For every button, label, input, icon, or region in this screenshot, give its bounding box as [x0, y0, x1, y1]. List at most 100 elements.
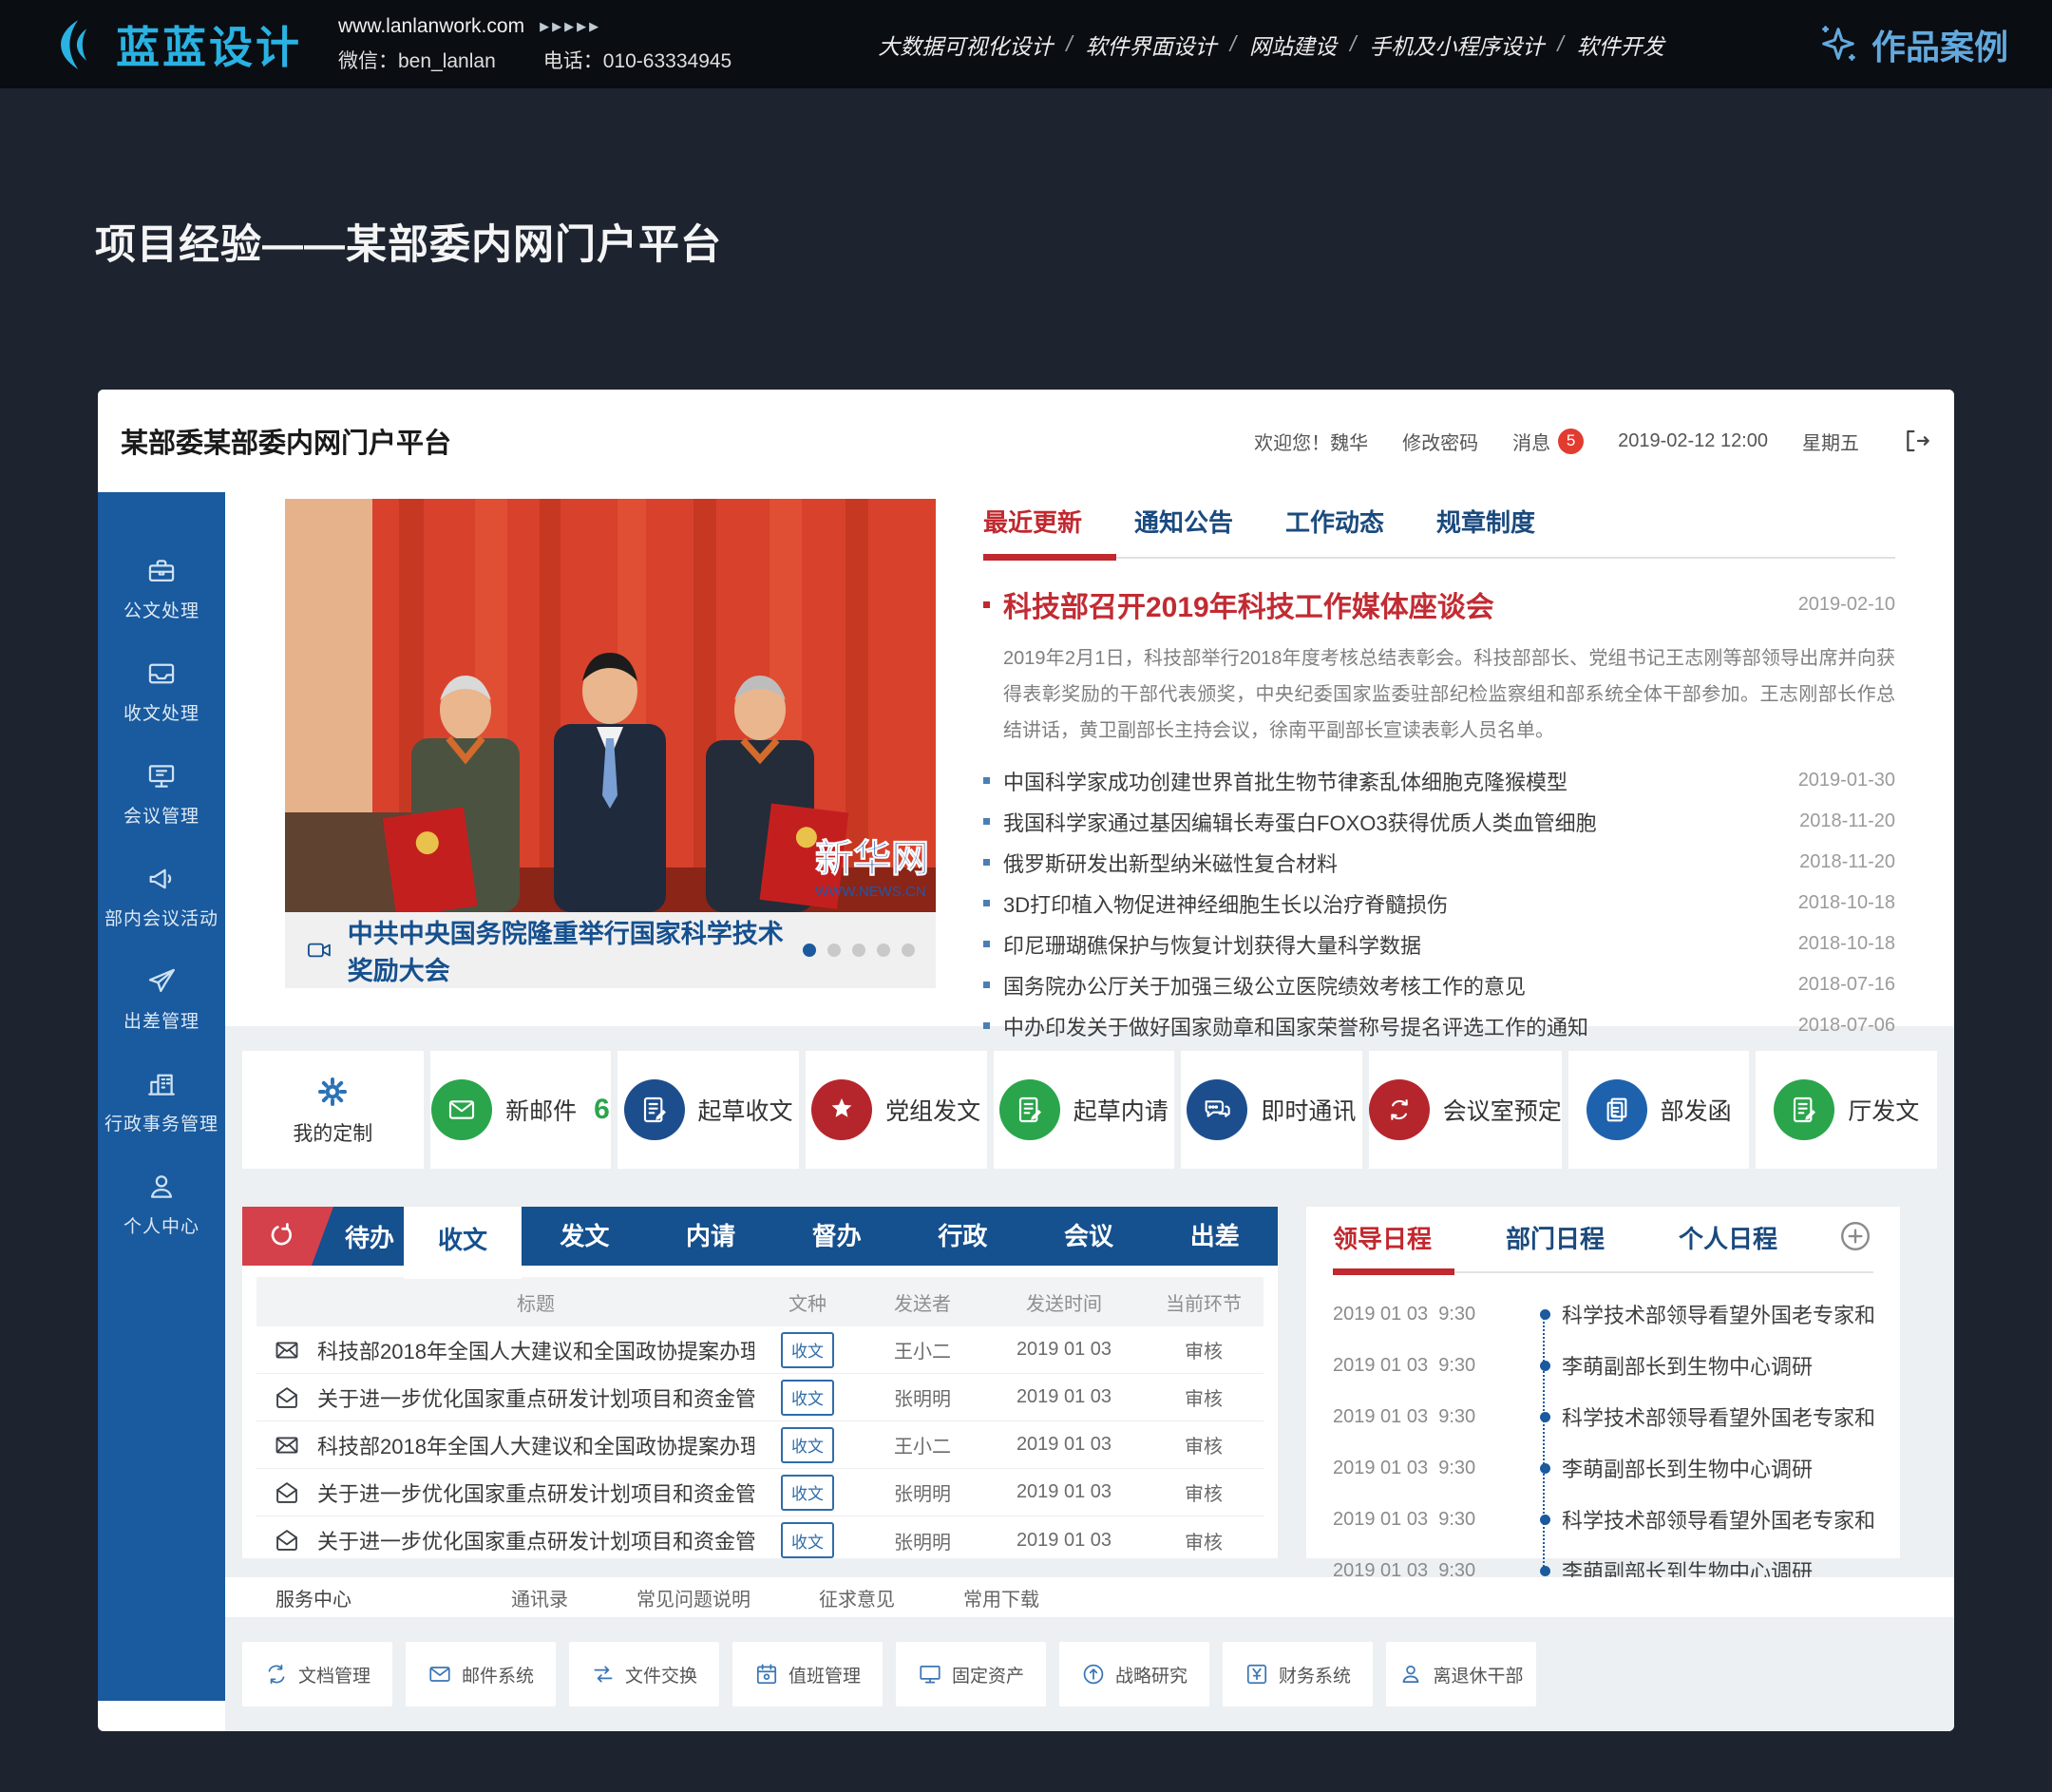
footer-app-label: 值班管理: [788, 1662, 861, 1687]
footer-app-邮件系统[interactable]: 邮件系统: [406, 1642, 556, 1706]
carousel-dot[interactable]: [803, 944, 816, 957]
schedule-entry[interactable]: 2019 01 03 9:30 科学技术部领导看望外国老专家和外国老专家家属: [1333, 1494, 1873, 1545]
news-list-item[interactable]: 3D打印植入物促进神经细胞生长以治疗脊髓损伤 2018-10-18: [983, 883, 1895, 924]
carousel-caption-text[interactable]: 中共中央国务院隆重举行国家科学技术奖励大会: [348, 913, 788, 987]
nav-separator: /: [1557, 31, 1563, 57]
todo-tab-出差[interactable]: 出差: [1151, 1207, 1278, 1266]
footer-app-label: 文件交换: [625, 1662, 697, 1687]
footer-app-文件交换[interactable]: 文件交换: [569, 1642, 719, 1706]
news-list-item[interactable]: 中办印发关于做好国家勋章和国家荣誉称号提名评选工作的通知 2018-07-06: [983, 1005, 1895, 1046]
quick-action-起草内请[interactable]: 起草内请: [994, 1051, 1175, 1169]
quick-action-label: 新邮件: [505, 1093, 577, 1127]
footer-link-征求意见[interactable]: 征求意见: [819, 1584, 895, 1611]
quick-action-新邮件[interactable]: 新邮件 6: [430, 1051, 612, 1169]
footer-link-常见问题说明[interactable]: 常见问题说明: [636, 1584, 750, 1611]
todo-tab-会议[interactable]: 会议: [1026, 1207, 1152, 1266]
sidebar-item-出差管理[interactable]: 出差管理: [124, 965, 200, 1033]
todo-table-row[interactable]: 科技部2018年全国人大建议和全国政协提案办理情况 收文 王小二 2019 01…: [256, 1421, 1264, 1469]
footer-link-常用下载[interactable]: 常用下载: [963, 1584, 1039, 1611]
news-tab-规章制度[interactable]: 规章制度: [1436, 504, 1535, 539]
top-nav-item[interactable]: 大数据可视化设计: [878, 29, 1053, 61]
footer-app-战略研究[interactable]: 战略研究: [1059, 1642, 1209, 1706]
video-camera-icon: [306, 934, 332, 966]
nav-separator: /: [1066, 31, 1072, 57]
news-list-item[interactable]: 印尼珊瑚礁保护与恢复计划获得大量科学数据 2018-10-18: [983, 924, 1895, 964]
sidebar-item-label: 个人中心: [124, 1212, 200, 1238]
todo-table-row[interactable]: 关于进一步优化国家重点研发计划项目和资金管理的通知 收文 张明明 2019 01…: [256, 1374, 1264, 1421]
news-tab-最近更新[interactable]: 最近更新: [983, 504, 1082, 539]
carousel-dot[interactable]: [877, 944, 890, 957]
wechat-info: 微信：ben_lanlan: [338, 46, 496, 74]
news-list-item[interactable]: 俄罗斯研发出新型纳米磁性复合材料 2018-11-20: [983, 842, 1895, 883]
schedule-entry[interactable]: 2019 01 03 9:30 科学技术部领导看望外国老专家和外国老专家家属: [1333, 1288, 1873, 1340]
website-link[interactable]: www.lanlanwork.com: [338, 15, 524, 38]
change-password-link[interactable]: 修改密码: [1402, 428, 1478, 455]
news-tabs-underline: [983, 554, 1895, 561]
carousel-dot[interactable]: [902, 944, 915, 957]
quick-action-厅发文[interactable]: 厅发文: [1756, 1051, 1937, 1169]
sidebar-item-label: 公文处理: [124, 597, 200, 622]
mail-icon: [428, 1662, 452, 1687]
footer-app-文档管理[interactable]: 文档管理: [242, 1642, 392, 1706]
footer-app-离退休干部[interactable]: 离退休干部: [1386, 1642, 1536, 1706]
schedule-tab-个人日程[interactable]: 个人日程: [1679, 1220, 1777, 1255]
footer-app-财务系统[interactable]: 财务系统: [1223, 1642, 1373, 1706]
schedule-entry[interactable]: 2019 01 03 9:30 李萌副部长到生物中心调研: [1333, 1442, 1873, 1494]
quick-action-我的定制[interactable]: 我的定制: [242, 1051, 424, 1169]
todo-tab-督办[interactable]: 督办: [773, 1207, 900, 1266]
news-tab-通知公告[interactable]: 通知公告: [1134, 504, 1233, 539]
carousel-dot[interactable]: [827, 944, 841, 957]
news-tab-工作动态[interactable]: 工作动态: [1285, 504, 1384, 539]
portfolio-link[interactable]: 作品案例: [1816, 20, 2008, 69]
sidebar-item-公文处理[interactable]: 公文处理: [124, 555, 200, 622]
schedule-tab-部门日程[interactable]: 部门日程: [1506, 1220, 1605, 1255]
todo-tab-收文[interactable]: 收文: [404, 1207, 522, 1279]
brand[interactable]: 蓝蓝设计: [44, 13, 302, 76]
timeline-dot-icon: [1540, 1309, 1550, 1320]
footer-app-值班管理[interactable]: 值班管理: [732, 1642, 883, 1706]
todo-row-time: 2019 01 03: [984, 1386, 1144, 1408]
sidebar-item-行政事务管理[interactable]: 行政事务管理: [104, 1068, 218, 1135]
todo-table-row[interactable]: 科技部2018年全国人大建议和全国政协提案办理情况 收文 王小二 2019 01…: [256, 1326, 1264, 1374]
schedule-entry[interactable]: 2019 01 03 9:30 李萌副部长到生物中心调研: [1333, 1340, 1873, 1391]
news-item-date: 2018-11-20: [1799, 851, 1895, 873]
schedule-entry-text: 科学技术部领导看望外国老专家和外国老专家家属: [1562, 1504, 1873, 1535]
todo-tab-发文[interactable]: 发文: [522, 1207, 648, 1266]
news-list-item[interactable]: 中国科学家成功创建世界首批生物节律紊乱体细胞克隆猴模型 2019-01-30: [983, 760, 1895, 801]
todo-table-row[interactable]: 关于进一步优化国家重点研发计划项目和资金管理的通知 收文 张明明 2019 01…: [256, 1469, 1264, 1516]
sidebar-item-收文处理[interactable]: 收文处理: [124, 658, 200, 725]
schedule-tab-领导日程[interactable]: 领导日程: [1333, 1220, 1432, 1255]
portal-sidebar: 公文处理 收文处理 会议管理 部内会议活动 出差管理 行政事务管理 个人中心: [98, 492, 225, 1701]
news-list-item[interactable]: 国务院办公厅关于加强三级公立医院绩效考核工作的意见 2018-07-16: [983, 964, 1895, 1005]
footer-link-通讯录[interactable]: 通讯录: [511, 1584, 568, 1611]
quick-action-即时通讯[interactable]: 即时通讯: [1181, 1051, 1362, 1169]
top-nav-item[interactable]: 网站建设: [1249, 29, 1337, 61]
plane-icon: [145, 965, 178, 998]
todo-tab-内请[interactable]: 内请: [648, 1207, 774, 1266]
messages-link[interactable]: 消息 5: [1512, 428, 1584, 455]
quick-action-会议室预定[interactable]: 会议室预定: [1369, 1051, 1562, 1169]
sidebar-item-部内会议活动[interactable]: 部内会议活动: [104, 863, 218, 930]
timeline-dot-icon: [1540, 1412, 1550, 1422]
mail-closed-icon: [274, 1432, 300, 1458]
quick-action-起草收文[interactable]: 起草收文: [618, 1051, 799, 1169]
logout-icon[interactable]: [1901, 426, 1931, 456]
news-list-item[interactable]: 我国科学家通过基因编辑长寿蛋白FOXO3获得优质人类血管细胞 2018-11-2…: [983, 801, 1895, 842]
quick-action-部发函[interactable]: 部发函: [1568, 1051, 1750, 1169]
featured-news-title[interactable]: 科技部召开2019年科技工作媒体座谈会: [1003, 583, 1494, 625]
top-nav-item[interactable]: 软件界面设计: [1086, 29, 1217, 61]
schedule-entry[interactable]: 2019 01 03 9:30 科学技术部领导看望外国老专家和外国老专家家属: [1333, 1391, 1873, 1442]
plus-circle-icon[interactable]: [1837, 1218, 1873, 1254]
footer-link-服务中心[interactable]: 服务中心: [276, 1584, 352, 1611]
footer-app-固定资产[interactable]: 固定资产: [896, 1642, 1046, 1706]
quick-action-党组发文[interactable]: 党组发文: [806, 1051, 987, 1169]
top-nav-item[interactable]: 手机及小程序设计: [1369, 29, 1544, 61]
carousel-photo[interactable]: 新华网 WWW.NEWS.CN: [285, 499, 936, 912]
carousel-dot[interactable]: [852, 944, 865, 957]
todo-table-row[interactable]: 关于进一步优化国家重点研发计划项目和资金管理的通知 收文 张明明 2019 01…: [256, 1516, 1264, 1564]
sidebar-item-会议管理[interactable]: 会议管理: [124, 760, 200, 828]
sidebar-item-个人中心[interactable]: 个人中心: [124, 1171, 200, 1238]
todo-tab-行政[interactable]: 行政: [900, 1207, 1026, 1266]
person-icon: [145, 1171, 178, 1203]
top-nav-item[interactable]: 软件开发: [1577, 29, 1664, 61]
